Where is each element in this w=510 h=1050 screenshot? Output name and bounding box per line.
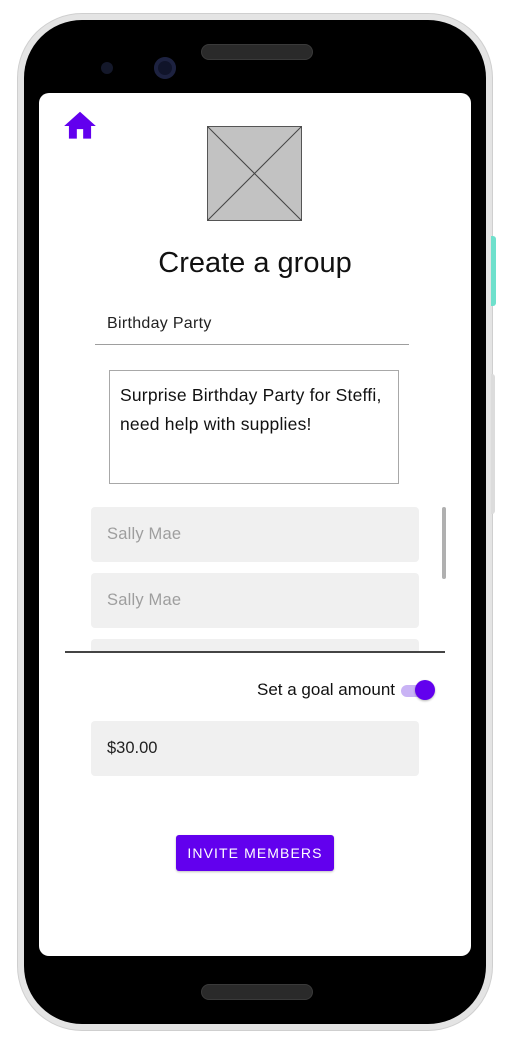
toggle-thumb (415, 680, 435, 700)
goal-toggle-switch[interactable] (399, 678, 439, 702)
member-item[interactable] (91, 639, 419, 651)
divider (65, 651, 445, 653)
power-button (491, 236, 496, 306)
front-camera (154, 57, 176, 79)
image-placeholder-icon (207, 126, 302, 221)
member-name: Sally Mae (107, 591, 182, 609)
member-list[interactable]: Sally Mae Sally Mae (39, 503, 471, 651)
group-name-input[interactable]: Birthday Party (95, 306, 409, 345)
group-description-value: Surprise Birthday Party for Steffi, need… (120, 385, 382, 434)
volume-button (491, 374, 495, 514)
member-name: Sally Mae (107, 525, 182, 543)
invite-members-button[interactable]: INVITE MEMBERS (176, 835, 334, 871)
group-description-textarea[interactable]: Surprise Birthday Party for Steffi, need… (109, 370, 399, 484)
bottom-speaker (201, 984, 313, 1000)
top-speaker (201, 44, 313, 60)
member-list-scrollbar[interactable] (442, 507, 446, 579)
app-screen: Create a group Birthday Party Surprise B… (39, 93, 471, 956)
page-title: Create a group (158, 247, 352, 279)
goal-amount-input[interactable]: $30.00 (91, 721, 419, 776)
sensor (101, 62, 113, 74)
goal-toggle-label: Set a goal amount (257, 680, 395, 699)
goal-amount-value: $30.00 (107, 739, 158, 757)
group-name-value: Birthday Party (107, 315, 212, 332)
member-item[interactable]: Sally Mae (91, 573, 419, 628)
home-icon[interactable] (61, 107, 99, 145)
member-item[interactable]: Sally Mae (91, 507, 419, 562)
